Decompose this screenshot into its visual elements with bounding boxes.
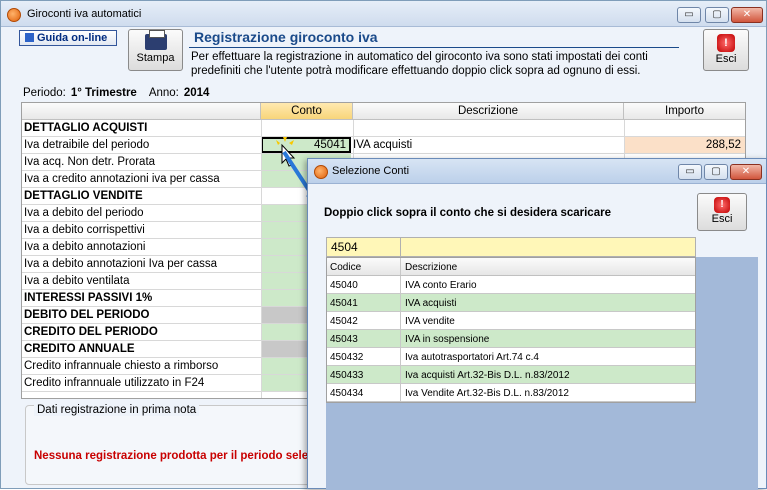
grid-row-label: Iva a debito annotazioni Iva per cassa [24, 258, 218, 270]
list-header: Codice Descrizione [327, 258, 695, 276]
conti-list-area: Codice Descrizione 45040 IVA conto Erario… [326, 257, 758, 490]
periodo-value: 1° Trimestre [70, 87, 137, 99]
guida-online-button[interactable]: Guida on-line [19, 30, 117, 46]
grid-header-conto[interactable]: Conto [261, 103, 353, 120]
list-column-separator [400, 294, 401, 311]
maximize-button[interactable]: ▢ [705, 7, 729, 23]
grid-header-label [22, 103, 261, 120]
codice-search-input[interactable] [327, 238, 401, 256]
anno-value: 2014 [183, 87, 210, 99]
conto-list-item[interactable]: 45041 IVA acquisti [327, 294, 695, 312]
conto-list-item[interactable]: 45042 IVA vendite [327, 312, 695, 330]
dialog-instruction: Doppio click sopra il conto che si desid… [324, 207, 611, 219]
main-titlebar[interactable]: Giroconti iva automatici ▭ ▢ ✕ [1, 1, 766, 27]
no-registration-message: Nessuna registrazione prodotta per il pe… [34, 450, 309, 462]
grid-column-line [261, 120, 262, 398]
dialog-maximize-button[interactable]: ▢ [704, 164, 728, 180]
grid-row-label: DETTAGLIO VENDITE [24, 190, 143, 202]
periodo-label: Periodo: [23, 87, 66, 99]
esci-button[interactable]: ! Esci [703, 29, 749, 71]
conto-list-item[interactable]: 45043 IVA in sospensione [327, 330, 695, 348]
conto-codice: 45042 [330, 316, 358, 327]
conto-list-item[interactable]: 450434 Iva Vendite Art.32-Bis D.L. n.83/2… [327, 384, 695, 402]
grid-row-label: CREDITO DEL PERIODO [24, 326, 158, 338]
stampa-label: Stampa [136, 52, 175, 64]
list-column-separator [400, 330, 401, 347]
dialog-titlebar[interactable]: Selezione Conti ▭ ▢ ✕ [308, 159, 766, 184]
grid-row-label: Iva a credito annotazioni iva per cassa [24, 173, 220, 185]
dati-registrazione-panel: Dati registrazione in prima nota Nessuna… [25, 404, 325, 485]
dialog-exit-icon: ! [714, 197, 730, 213]
grid-row-label: Credito infrannuale chiesto a rimborso [24, 360, 219, 372]
conto-list-item[interactable]: 450432 Iva autotrasportatori Art.74 c.4 [327, 348, 695, 366]
minimize-button[interactable]: ▭ [677, 7, 701, 23]
grid-row-label: Iva detraibile del periodo [24, 139, 150, 151]
conti-list: Codice Descrizione 45040 IVA conto Erario… [326, 257, 696, 403]
conto-codice: 450432 [330, 352, 364, 363]
conto-descrizione: IVA in sospensione [405, 334, 490, 345]
dialog-minimize-button[interactable]: ▭ [678, 164, 702, 180]
grid-row-label: INTERESSI PASSIVI 1% [24, 292, 153, 304]
dialog-close-button[interactable]: ✕ [730, 164, 762, 180]
grid-header-descrizione[interactable]: Descrizione [353, 103, 624, 120]
conto-codice: 45043 [330, 334, 358, 345]
dialog-title: Selezione Conti [332, 165, 410, 177]
close-button[interactable]: ✕ [731, 7, 763, 23]
grid-row-label: Iva a debito annotazioni [24, 241, 146, 253]
grid-row-label: Iva acq. Non detr. Prorata [24, 156, 156, 168]
page-description: Per effettuare la registrazione in autom… [191, 51, 648, 77]
grid-row-label: Iva a debito ventilata [24, 275, 130, 287]
grid-row-label: Credito infrannuale utilizzato in F24 [24, 377, 205, 389]
grid-row-label: Iva a debito corrispettivi [24, 224, 145, 236]
conto-descrizione: IVA acquisti [405, 298, 457, 309]
anno-label: Anno: [148, 87, 179, 99]
list-column-separator [400, 366, 401, 383]
grid-importo-cell: 288,52 [624, 137, 745, 153]
conto-descrizione: Iva autotrasportatori Art.74 c.4 [405, 352, 539, 363]
dati-registrazione-title: Dati registrazione in prima nota [34, 404, 200, 416]
app-icon [7, 8, 21, 22]
conto-descrizione: IVA vendite [405, 316, 455, 327]
guida-label: Guida on-line [37, 32, 108, 44]
list-column-separator [400, 276, 401, 293]
window-title: Giroconti iva automatici [27, 8, 142, 20]
printer-icon [144, 30, 167, 50]
conto-list-item[interactable]: 45040 IVA conto Erario [327, 276, 695, 294]
grid-row[interactable]: DETTAGLIO ACQUISTI [22, 120, 745, 137]
list-header-separator [400, 258, 401, 275]
grid-descrizione-cell: IVA acquisti [353, 139, 413, 151]
conto-list-item[interactable]: 450433 Iva acquisti Art.32-Bis D.L. n.83/… [327, 366, 695, 384]
title-divider [189, 47, 679, 48]
list-column-separator [400, 348, 401, 365]
page-title: Registrazione giroconto iva [194, 29, 378, 45]
list-header-codice[interactable]: Codice [330, 262, 361, 273]
grid-header-importo[interactable]: Importo [624, 103, 745, 120]
esci-label: Esci [715, 53, 737, 65]
grid-row-label: DETTAGLIO ACQUISTI [24, 122, 148, 134]
conto-descrizione: IVA conto Erario [405, 280, 477, 291]
conto-descrizione: Iva acquisti Art.32-Bis D.L. n.83/2012 [405, 370, 570, 381]
conto-codice: 450433 [330, 370, 364, 381]
conto-codice: 450434 [330, 388, 364, 399]
help-icon [25, 33, 34, 42]
grid-row-label: CREDITO ANNUALE [24, 343, 135, 355]
dialog-app-icon [314, 165, 328, 179]
dialog-esci-label: Esci [711, 213, 733, 225]
conto-descrizione: Iva Vendite Art.32-Bis D.L. n.83/2012 [405, 388, 569, 399]
exit-icon: ! [717, 34, 735, 52]
list-header-descrizione[interactable]: Descrizione [405, 262, 457, 273]
stampa-button[interactable]: Stampa [128, 29, 183, 71]
dialog-esci-button[interactable]: ! Esci [697, 193, 747, 231]
period-info: Periodo: 1° Trimestre Anno: 2014 [23, 87, 221, 99]
conto-codice: 45040 [330, 280, 358, 291]
selezione-conti-dialog: Selezione Conti ▭ ▢ ✕ Doppio click sopra… [307, 158, 767, 490]
search-row [326, 237, 696, 257]
conto-codice: 45041 [330, 298, 358, 309]
grid-row-label: Iva a debito del periodo [24, 207, 144, 219]
grid-row-label: DEBITO DEL PERIODO [24, 309, 150, 321]
list-column-separator [400, 384, 401, 401]
list-column-separator [400, 312, 401, 329]
grid-row[interactable]: Iva detraibile del periodo 45041 IVA acqui… [22, 137, 745, 154]
